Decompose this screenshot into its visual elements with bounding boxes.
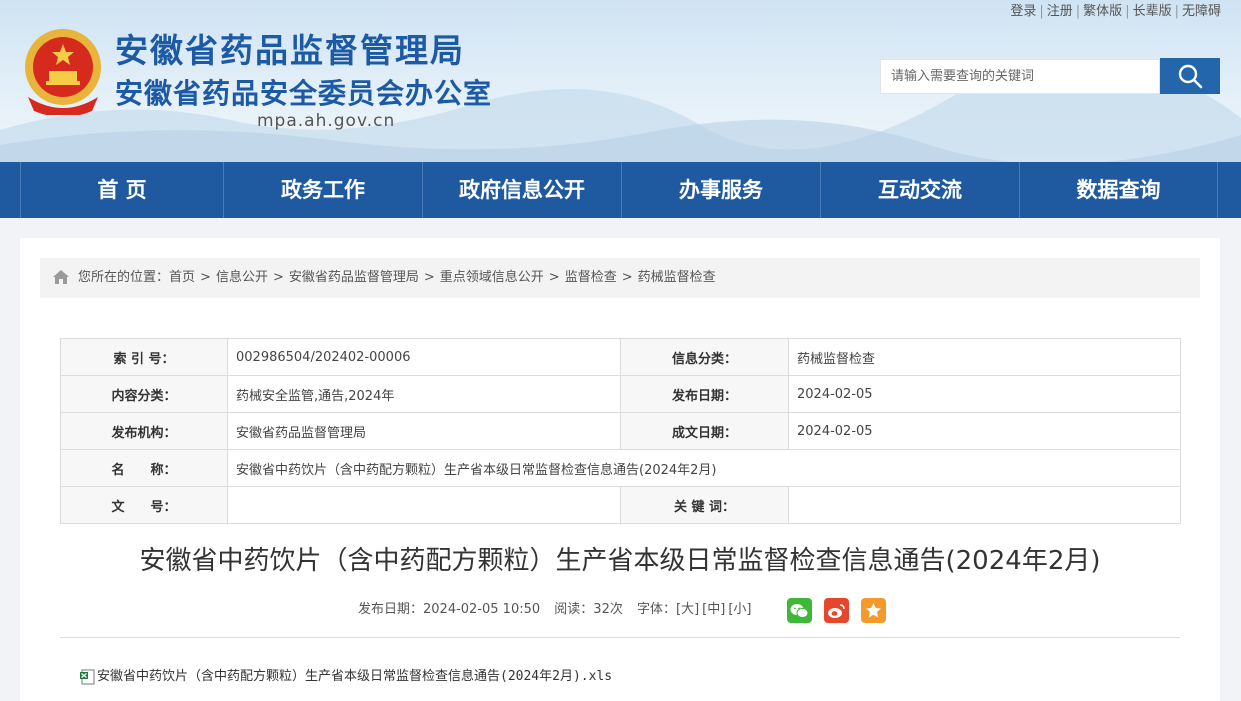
wechat-icon — [790, 603, 809, 618]
site-domain: mpa.ah.gov.cn — [257, 111, 396, 131]
category-value: 药械监督检查 — [788, 338, 1181, 376]
organization-label: 发布机构： — [60, 412, 228, 450]
share-weibo-button[interactable] — [824, 598, 849, 623]
favorite-button[interactable] — [861, 598, 886, 623]
nav-information-disclosure[interactable]: 政府信息公开 — [422, 162, 621, 218]
name-label: 名 称： — [60, 449, 228, 487]
organization-value: 安徽省药品监督管理局 — [227, 412, 621, 450]
top-links: 登录 | 注册 | 繁体版 | 长辈版 | 无障碍 — [1010, 4, 1221, 19]
accessibility-link[interactable]: 无障碍 — [1182, 4, 1221, 19]
breadcrumb: 您所在的位置：首页 > 信息公开 > 安徽省药品监督管理局 > 重点领域信息公开 > 监督检查 >… — [40, 258, 1200, 298]
article-title: 安徽省中药饮片（含中药配方颗粒）生产省本级日常监督检查信息通告(2024年2月) — [139, 546, 1101, 576]
table-row: 文 号： 关 键 词： — [60, 486, 1181, 524]
font-size-label: 字体： — [636, 602, 676, 617]
index-value: 002986504/202402-00006 — [227, 338, 621, 376]
font-medium-button[interactable]: [中] — [702, 602, 725, 617]
article-date: 发布日期：2024-02-05 10:50 — [358, 602, 541, 617]
home-icon — [53, 270, 69, 284]
keywords-label: 关 键 词： — [620, 486, 789, 524]
nav-government-work[interactable]: 政务工作 — [223, 162, 422, 218]
breadcrumb-info-disclosure[interactable]: 信息公开 — [216, 270, 268, 285]
document-number-label: 文 号： — [60, 486, 228, 524]
table-row: 索 引 号： 002986504/202402-00006 信息分类： 药械监督… — [60, 338, 1181, 376]
name-value: 安徽省中药饮片（含中药配方颗粒）生产省本级日常监督检查信息通告(2024年2月) — [227, 449, 1181, 487]
site-title-sub: 安徽省药品安全委员会办公室 — [115, 77, 493, 110]
breadcrumb-prefix: 您所在的位置： — [78, 270, 170, 285]
content-label: 内容分类： — [60, 375, 228, 413]
nav-home[interactable]: 首 页 — [20, 162, 223, 218]
attachment-filename[interactable]: 安徽省中药饮片（含中药配方颗粒）生产省本级日常监督检查信息通告(2024年2月)… — [97, 669, 612, 684]
star-icon — [866, 603, 881, 618]
index-label: 索 引 号： — [60, 338, 228, 376]
content-value: 药械安全监管,通告,2024年 — [227, 375, 621, 413]
nav-data-query[interactable]: 数据查询 — [1019, 162, 1218, 218]
weibo-icon — [828, 603, 845, 618]
breadcrumb-inspection[interactable]: 监督检查 — [565, 270, 617, 285]
keywords-value — [788, 486, 1181, 524]
login-link[interactable]: 登录 — [1010, 4, 1036, 19]
share-wechat-button[interactable] — [787, 598, 812, 623]
table-row: 内容分类： 药械安全监管,通告,2024年 发布日期： 2024-02-05 — [60, 375, 1181, 413]
table-row: 发布机构： 安徽省药品监督管理局 成文日期： 2024-02-05 — [60, 412, 1181, 450]
search-input[interactable]: 请输入需要查询的关键词 — [880, 59, 1160, 94]
category-label: 信息分类： — [620, 338, 789, 376]
nav-services[interactable]: 办事服务 — [621, 162, 820, 218]
publish-date-label: 发布日期： — [620, 375, 789, 413]
font-large-button[interactable]: [大] — [676, 602, 699, 617]
breadcrumb-home[interactable]: 首页 — [169, 270, 195, 285]
nav-interaction[interactable]: 互动交流 — [820, 162, 1019, 218]
table-row: 名 称： 安徽省中药饮片（含中药配方颗粒）生产省本级日常监督检查信息通告(202… — [60, 449, 1181, 487]
attachment-link[interactable]: 安徽省中药饮片（含中药配方颗粒）生产省本级日常监督检查信息通告(2024年2月)… — [80, 665, 612, 685]
elderly-version-link[interactable]: 长辈版 — [1133, 4, 1172, 19]
search-button[interactable] — [1160, 58, 1220, 94]
traditional-chinese-link[interactable]: 繁体版 — [1083, 4, 1122, 19]
breadcrumb-key-areas[interactable]: 重点领域信息公开 — [440, 270, 544, 285]
publish-date-value: 2024-02-05 — [788, 375, 1181, 413]
created-date-value: 2024-02-05 — [788, 412, 1181, 450]
article-meta: 发布日期：2024-02-05 10:50 阅读：32次 字体：[大] [中] [小… — [358, 597, 761, 623]
national-emblem-icon — [25, 29, 101, 115]
register-link[interactable]: 注册 — [1047, 4, 1073, 19]
breadcrumb-drug-device-inspection[interactable]: 药械监督检查 — [638, 270, 716, 285]
main-nav: 首 页 政务工作 政府信息公开 办事服务 互动交流 数据查询 — [0, 162, 1241, 218]
site-header: 安徽省药品监督管理局 安徽省药品安全委员会办公室 mpa.ah.gov.cn 登… — [0, 0, 1241, 162]
created-date-label: 成文日期： — [620, 412, 789, 450]
article-reads: 阅读：32次 — [554, 602, 623, 617]
site-title-main: 安徽省药品监督管理局 — [115, 31, 465, 70]
excel-file-icon — [80, 669, 95, 684]
divider — [60, 637, 1180, 638]
document-number-value — [227, 486, 621, 524]
search-icon — [1178, 64, 1203, 89]
info-table: 索 引 号： 002986504/202402-00006 信息分类： 药械监督… — [60, 338, 1181, 524]
font-small-button[interactable]: [小] — [728, 602, 751, 617]
breadcrumb-bureau[interactable]: 安徽省药品监督管理局 — [289, 270, 419, 285]
